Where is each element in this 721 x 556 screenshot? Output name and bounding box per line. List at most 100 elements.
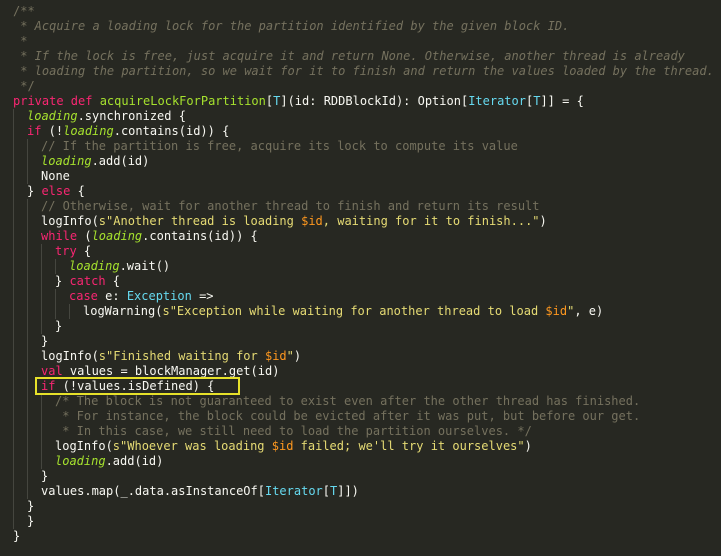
code-line[interactable]: } [0, 469, 721, 484]
code-token: ) [524, 439, 532, 453]
indent-guide [41, 289, 55, 304]
code-line[interactable]: * [0, 34, 721, 49]
code-token: */ [13, 79, 35, 93]
indent-guide [69, 304, 83, 319]
code-line[interactable]: } [0, 334, 721, 349]
code-line[interactable]: case e: Exception => [0, 289, 721, 304]
code-token: { [70, 184, 85, 198]
code-line[interactable]: // Otherwise, wait for another thread to… [0, 199, 721, 214]
code-token: failed; we'll try it ourselves" [293, 439, 525, 453]
code-token: } [41, 334, 49, 348]
code-line[interactable]: while (loading.contains(id)) { [0, 229, 721, 244]
code-token: ]]) [337, 484, 359, 498]
code-token: acquireLockForPartition [99, 94, 266, 108]
code-line[interactable]: } [0, 319, 721, 334]
code-line[interactable]: * In this case, we still need to load th… [0, 424, 721, 439]
code-token: } [27, 184, 42, 198]
code-token: * Acquire a loading lock for the partiti… [13, 19, 570, 33]
code-line[interactable]: loading.add(id) [0, 454, 721, 469]
code-token: if [41, 379, 56, 393]
indent-guide [13, 124, 27, 139]
code-line[interactable]: } [0, 514, 721, 529]
code-line[interactable]: if (!values.isDefined) { [0, 379, 721, 394]
code-token: loading [55, 454, 106, 468]
code-line[interactable]: private def acquireLockForPartition[T](i… [0, 94, 721, 109]
indent-guide [13, 214, 27, 229]
indent-guide [13, 424, 27, 439]
code-line[interactable]: logWarning(s"Exception while waiting for… [0, 304, 721, 319]
indent-guide [27, 139, 41, 154]
code-token: } [41, 469, 49, 483]
code-line[interactable]: values.map(_.data.asInstanceOf[Iterator[… [0, 484, 721, 499]
indent-guide [41, 424, 55, 439]
code-line[interactable]: } [0, 529, 721, 544]
code-token: $id [271, 439, 294, 453]
code-line[interactable]: None [0, 169, 721, 184]
code-line[interactable]: * Acquire a loading lock for the partiti… [0, 19, 721, 34]
code-line[interactable]: loading.wait() [0, 259, 721, 274]
indent-guide [13, 109, 27, 124]
indent-guide [27, 214, 41, 229]
code-token: logInfo( [41, 214, 99, 228]
code-token: loading [63, 124, 114, 138]
code-token: .contains(id)) { [113, 124, 230, 138]
code-token: private def [13, 94, 100, 108]
code-line[interactable]: logInfo(s"Finished waiting for $id") [0, 349, 721, 364]
indent-guide [13, 394, 27, 409]
code-token: * In this case, we still need to load th… [55, 424, 532, 438]
indent-guide [27, 289, 41, 304]
indent-guide [13, 514, 27, 529]
code-line[interactable]: */ [0, 79, 721, 94]
code-token: => [191, 289, 214, 303]
code-token: ( [77, 229, 92, 243]
indent-guide [13, 439, 27, 454]
code-line[interactable]: /* The block is not guaranteed to exist … [0, 394, 721, 409]
code-token: .synchronized { [77, 109, 186, 123]
indent-guide [41, 259, 55, 274]
indent-guide [27, 469, 41, 484]
indent-guide [13, 139, 27, 154]
indent-guide [13, 244, 27, 259]
indent-guide [13, 469, 27, 484]
code-line[interactable]: loading.synchronized { [0, 109, 721, 124]
indent-guide [13, 229, 27, 244]
code-line[interactable]: val values = blockManager.get(id) [0, 364, 721, 379]
code-token: " [286, 349, 294, 363]
code-token: ](id: RDDBlockId): Option[ [280, 94, 469, 108]
code-line[interactable]: logInfo(s"Another thread is loading $id,… [0, 214, 721, 229]
indent-guide [13, 199, 27, 214]
code-line[interactable]: // If the partition is free, acquire its… [0, 139, 721, 154]
code-token: /* The block is not guaranteed to exist … [55, 394, 641, 408]
code-token: s"Another thread is loading [98, 214, 302, 228]
code-token: case [69, 289, 98, 303]
code-editor[interactable]: /** * Acquire a loading lock for the par… [0, 0, 721, 556]
code-token: Iterator [264, 484, 323, 498]
code-line[interactable]: try { [0, 244, 721, 259]
indent-guide [13, 259, 27, 274]
code-token: Exception [126, 289, 192, 303]
code-line[interactable]: } catch { [0, 274, 721, 289]
indent-guide [13, 499, 27, 514]
code-line[interactable]: } else { [0, 184, 721, 199]
indent-guide [41, 409, 55, 424]
indent-guide [41, 454, 55, 469]
code-token: logInfo( [55, 439, 113, 453]
code-line[interactable]: logInfo(s"Whoever was loading $id failed… [0, 439, 721, 454]
code-line[interactable]: * For instance, the block could be evict… [0, 409, 721, 424]
code-line[interactable]: } [0, 499, 721, 514]
code-token: } [55, 274, 70, 288]
code-token: .wait() [119, 259, 171, 273]
code-token: loading [69, 259, 120, 273]
code-line[interactable]: /** [0, 4, 721, 19]
indent-guide [13, 379, 27, 394]
indent-guide [27, 169, 41, 184]
code-line[interactable]: if (!loading.contains(id)) { [0, 124, 721, 139]
code-token: s"Exception while waiting for another th… [162, 304, 546, 318]
code-token: s"Whoever was loading [112, 439, 272, 453]
code-token: (! [41, 124, 64, 138]
code-line[interactable]: * If the lock is free, just acquire it a… [0, 49, 721, 64]
code-token: try [55, 244, 77, 258]
code-token: if [27, 124, 42, 138]
code-line[interactable]: * loading the partition, so we wait for … [0, 64, 721, 79]
code-line[interactable]: loading.add(id) [0, 154, 721, 169]
